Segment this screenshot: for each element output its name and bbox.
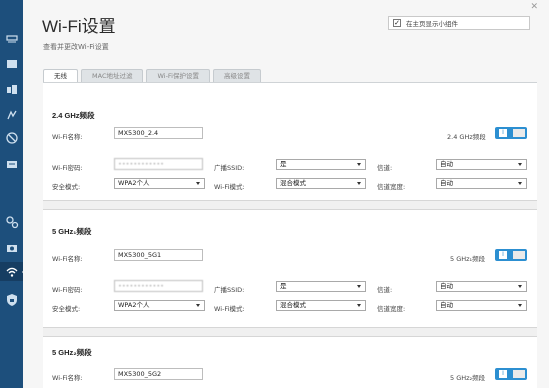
page-header: Wi-Fi设置 查看并更改Wi-Fi设置 ✕ ✓ 在主页显示小组件 [23,0,549,66]
channel-width-label: 信道宽度: [377,305,406,313]
wifi-password-input[interactable]: •••••••••••• [114,158,203,170]
toggle-knob: I [499,251,507,259]
security-mode-select[interactable]: WPA2个人 [114,178,205,189]
tab-wps[interactable]: Wi-Fi保护设置 [146,69,210,82]
chevron-down-icon [357,163,361,166]
band-5g2-toggle[interactable]: I [495,368,527,380]
wifi-name-label: Wi-Fi名称: [52,133,83,141]
broadcast-ssid-label: 广播SSID: [214,164,245,172]
toggle-knob: I [499,129,507,137]
chevron-down-icon [357,304,361,307]
section-divider [43,336,537,337]
chevron-down-icon [518,182,522,185]
checkbox-mark[interactable]: ✓ [393,19,401,27]
checkbox-label: 在主页显示小组件 [406,20,458,28]
broadcast-ssid-label: 广播SSID: [214,286,245,294]
wifi-mode-select[interactable]: 混合模式 [276,178,366,189]
band-24-toggle[interactable]: I [495,127,527,139]
toggle-off-zone [513,129,525,137]
select-value: 是 [280,160,287,168]
chevron-down-icon [357,285,361,288]
select-value: WPA2个人 [118,179,150,187]
channel-select[interactable]: 自动 [436,159,527,170]
channel-label: 信道: [377,286,393,294]
channel-width-select[interactable]: 自动 [436,300,527,311]
wifi-name-input[interactable]: MX5300_5G1 [114,249,203,261]
band-24-title: 2.4 GHz频段 [52,111,95,120]
band-5g1-title: 5 GHz₁频段 [52,227,92,236]
wifi-password-input[interactable]: •••••••••••• [114,280,203,292]
chevron-down-icon [518,285,522,288]
select-value: 自动 [440,179,453,187]
tab-wireless[interactable]: 无线 [43,69,78,82]
sidebar [0,0,23,388]
select-value: 自动 [440,282,453,290]
chevron-down-icon [518,163,522,166]
select-value: 自动 [440,301,453,309]
select-value: 是 [280,282,287,290]
close-icon[interactable]: ✕ [530,2,538,12]
camera-icon[interactable] [2,238,21,257]
wifi-password-label: Wi-Fi密码: [52,286,83,294]
channel-width-label: 信道宽度: [377,183,406,191]
select-value: WPA2个人 [118,301,150,309]
section-divider [43,209,537,210]
wireless-panel: 2.4 GHz频段 Wi-Fi名称: MX5300_2.4 2.4 GHz频段 … [43,83,537,388]
wifi-name-input[interactable]: MX5300_5G2 [114,368,203,380]
wifi-name-label: Wi-Fi名称: [52,374,83,382]
section-gap [43,328,537,336]
band-toggle-label: 5 GHz₁频段 [450,255,486,263]
wifi-mode-label: Wi-Fi模式: [214,183,245,191]
devices-icon[interactable] [2,54,21,73]
wifi-mode-select[interactable]: 混合模式 [276,300,366,311]
active-indicator [22,266,28,278]
chevron-down-icon [196,182,200,185]
band-toggle-label: 5 GHz₂频段 [450,374,486,382]
media-icon[interactable] [2,128,21,147]
channel-width-select[interactable]: 自动 [436,178,527,189]
router-icon[interactable] [2,28,21,47]
chevron-down-icon [518,304,522,307]
broadcast-ssid-select[interactable]: 是 [276,281,366,292]
broadcast-ssid-select[interactable]: 是 [276,159,366,170]
tab-bar: 无线 MAC地址过滤 Wi-Fi保护设置 高级设置 [43,69,264,82]
monitor-icon[interactable] [2,155,21,174]
section-gap [43,201,537,209]
page-title: Wi-Fi设置 [42,17,116,36]
toggle-knob: I [499,370,507,378]
wifi-password-label: Wi-Fi密码: [52,164,83,172]
band-toggle-label: 2.4 GHz频段 [447,133,486,141]
wifi-name-label: Wi-Fi名称: [52,255,83,263]
settings-icon[interactable] [2,212,21,231]
chevron-down-icon [196,304,200,307]
tab-mac-filter[interactable]: MAC地址过滤 [81,69,144,82]
security-icon[interactable] [2,290,21,309]
toggle-off-zone [513,251,525,259]
channel-label: 信道: [377,164,393,172]
tab-advanced[interactable]: 高级设置 [213,69,261,82]
page-subtitle: 查看并更改Wi-Fi设置 [43,43,109,51]
security-mode-label: 安全模式: [52,183,81,191]
band-5g2-title: 5 GHz₂频段 [52,348,92,357]
show-widget-checkbox[interactable]: ✓ 在主页显示小组件 [388,16,530,30]
wifi-mode-label: Wi-Fi模式: [214,305,245,313]
chevron-down-icon [357,182,361,185]
parental-icon[interactable] [2,80,21,99]
band-5g1-toggle[interactable]: I [495,249,527,261]
speed-icon[interactable] [2,106,21,125]
select-value: 自动 [440,160,453,168]
security-mode-label: 安全模式: [52,305,81,313]
wifi-icon[interactable] [0,262,23,281]
security-mode-select[interactable]: WPA2个人 [114,300,205,311]
select-value: 混合模式 [280,179,306,187]
channel-select[interactable]: 自动 [436,281,527,292]
select-value: 混合模式 [280,301,306,309]
wifi-name-input[interactable]: MX5300_2.4 [114,127,203,139]
toggle-off-zone [513,370,525,378]
